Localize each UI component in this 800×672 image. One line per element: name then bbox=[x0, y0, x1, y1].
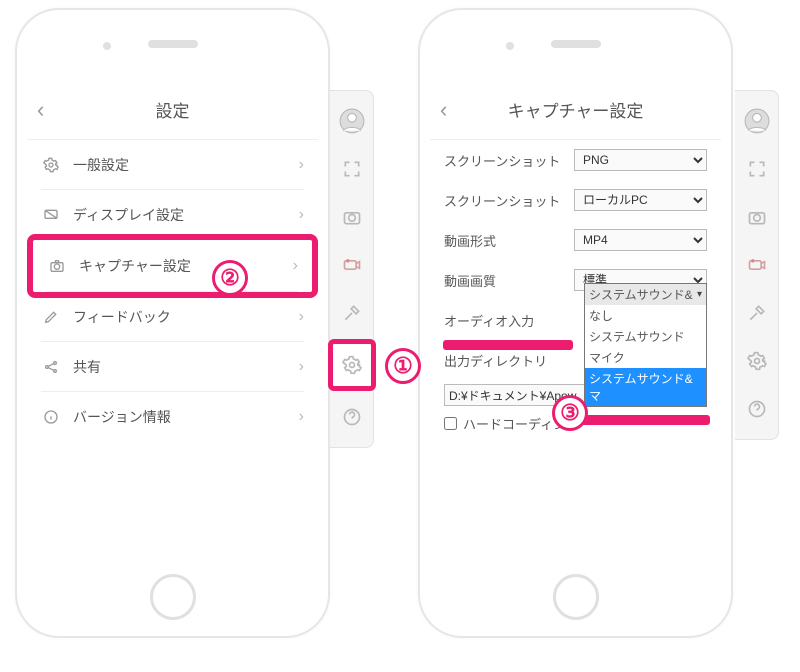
dock-left bbox=[330, 90, 374, 448]
row-version[interactable]: バージョン情報 › bbox=[27, 392, 318, 442]
fullscreen-icon[interactable] bbox=[739, 145, 775, 193]
home-button-icon bbox=[553, 574, 599, 620]
front-camera bbox=[103, 42, 111, 50]
screenshot-dest-select[interactable]: ローカルPC bbox=[574, 189, 707, 211]
camera-icon bbox=[47, 256, 67, 276]
header-right: ‹ キャプチャー設定 bbox=[430, 80, 721, 140]
row-label: 一般設定 bbox=[73, 155, 299, 175]
camera-icon[interactable] bbox=[739, 193, 775, 241]
chevron-right-icon: › bbox=[293, 257, 298, 275]
field-label: オーディオ入力 bbox=[444, 311, 574, 330]
record-icon[interactable] bbox=[739, 241, 775, 289]
screenshot-format-select[interactable]: PNG bbox=[574, 149, 707, 171]
gear-icon bbox=[41, 155, 61, 175]
avatar-icon[interactable] bbox=[334, 97, 370, 145]
dropdown-option[interactable]: システムサウンド bbox=[585, 326, 706, 347]
header-title: 設定 bbox=[59, 97, 286, 122]
settings-button[interactable] bbox=[328, 339, 376, 391]
field-video-format: 動画形式 MP4 bbox=[430, 220, 721, 260]
chevron-right-icon: › bbox=[299, 408, 304, 426]
field-screenshot-dest: スクリーンショット ローカルPC bbox=[430, 180, 721, 220]
dropdown-option[interactable]: マイク bbox=[585, 347, 706, 368]
dropdown-option[interactable]: なし bbox=[585, 305, 706, 326]
row-display[interactable]: ディスプレイ設定 › bbox=[27, 190, 318, 240]
field-label: 出力ディレクトリ bbox=[444, 351, 574, 370]
chevron-right-icon: › bbox=[299, 156, 304, 174]
header-left: ‹ 設定 bbox=[27, 80, 318, 140]
highlight-bar bbox=[580, 415, 710, 425]
phone-left: ‹ 設定 一般設定 › ディスプレイ設定 › bbox=[15, 8, 330, 638]
step-badge-1: ① bbox=[385, 348, 421, 384]
row-label: ディスプレイ設定 bbox=[73, 205, 299, 225]
avatar-icon[interactable] bbox=[739, 97, 775, 145]
back-button[interactable]: ‹ bbox=[37, 97, 59, 123]
field-label: 動画形式 bbox=[444, 231, 574, 250]
row-feedback[interactable]: フィードバック › bbox=[27, 292, 318, 342]
row-label: キャプチャー設定 bbox=[79, 256, 293, 276]
step-badge-3: ③ bbox=[552, 395, 588, 431]
screen-right: ‹ キャプチャー設定 スクリーンショット PNG スクリーンショット ローカルP… bbox=[430, 80, 721, 556]
chevron-right-icon: › bbox=[299, 358, 304, 376]
help-icon[interactable] bbox=[334, 393, 370, 441]
settings-button[interactable] bbox=[739, 337, 775, 385]
dropdown-option-selected[interactable]: システムサウンド&マ bbox=[585, 368, 706, 406]
row-label: 共有 bbox=[73, 357, 299, 377]
dropdown-current[interactable]: システムサウンド& ▾ bbox=[585, 284, 706, 305]
help-icon[interactable] bbox=[739, 385, 775, 433]
speaker bbox=[551, 40, 601, 48]
video-format-select[interactable]: MP4 bbox=[574, 229, 707, 251]
chevron-down-icon: ▾ bbox=[697, 289, 702, 300]
row-label: バージョン情報 bbox=[73, 407, 299, 427]
eyedropper-icon[interactable] bbox=[739, 289, 775, 337]
camera-icon[interactable] bbox=[334, 193, 370, 241]
row-general[interactable]: 一般設定 › bbox=[27, 140, 318, 190]
field-screenshot-format: スクリーンショット PNG bbox=[430, 140, 721, 180]
row-share[interactable]: 共有 › bbox=[27, 342, 318, 392]
field-label: スクリーンショット bbox=[444, 151, 574, 170]
highlight-bar bbox=[443, 340, 573, 350]
row-capture[interactable]: キャプチャー設定 › bbox=[27, 234, 318, 298]
chevron-right-icon: › bbox=[299, 206, 304, 224]
chevron-right-icon: › bbox=[299, 308, 304, 326]
row-label: フィードバック bbox=[73, 307, 299, 327]
pencil-icon bbox=[41, 307, 61, 327]
display-icon bbox=[41, 205, 61, 225]
header-title: キャプチャー設定 bbox=[462, 97, 689, 122]
back-button[interactable]: ‹ bbox=[440, 97, 462, 123]
field-label: スクリーンショット bbox=[444, 191, 574, 210]
phone-right: ‹ キャプチャー設定 スクリーンショット PNG スクリーンショット ローカルP… bbox=[418, 8, 733, 638]
front-camera bbox=[506, 42, 514, 50]
speaker bbox=[148, 40, 198, 48]
fullscreen-icon[interactable] bbox=[334, 145, 370, 193]
screen-left: ‹ 設定 一般設定 › ディスプレイ設定 › bbox=[27, 80, 318, 556]
record-icon[interactable] bbox=[334, 241, 370, 289]
share-icon bbox=[41, 357, 61, 377]
step-badge-2: ② bbox=[212, 260, 248, 296]
field-label: 動画画質 bbox=[444, 271, 574, 290]
eyedropper-icon[interactable] bbox=[334, 289, 370, 337]
dock-right bbox=[735, 90, 779, 440]
hardcoding-checkbox[interactable] bbox=[444, 417, 457, 430]
audio-input-dropdown[interactable]: システムサウンド& ▾ なし システムサウンド マイク システムサウンド&マ bbox=[584, 283, 707, 407]
info-icon bbox=[41, 407, 61, 427]
home-button-icon bbox=[150, 574, 196, 620]
settings-list: 一般設定 › ディスプレイ設定 › キャプチャー設定 › bbox=[27, 140, 318, 442]
